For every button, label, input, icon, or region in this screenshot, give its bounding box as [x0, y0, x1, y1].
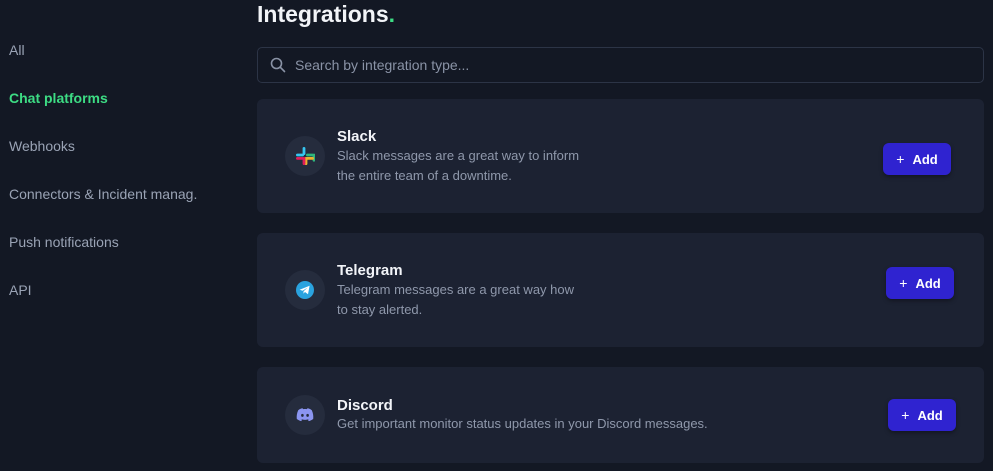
- discord-icon: [285, 395, 325, 435]
- sidebar-item-webhooks[interactable]: Webhooks: [9, 138, 75, 154]
- integration-card-telegram: Telegram Telegram messages are a great w…: [257, 233, 984, 347]
- integration-card-slack: Slack Slack messages are a great way to …: [257, 99, 984, 213]
- integration-name: Telegram: [337, 262, 403, 279]
- integration-description-line2: the entire team of a downtime.: [337, 168, 512, 183]
- integration-description-line1: Get important monitor status updates in …: [337, 416, 708, 431]
- integration-name: Discord: [337, 397, 393, 414]
- integration-card-discord: Discord Get important monitor status upd…: [257, 367, 984, 463]
- integration-description-line1: Slack messages are a great way to inform: [337, 148, 580, 163]
- sidebar-item-all[interactable]: All: [9, 42, 25, 58]
- add-button-label: Add: [912, 151, 938, 167]
- plus-icon: +: [896, 151, 905, 167]
- page-title: Integrations.: [257, 0, 395, 28]
- slack-icon: [285, 136, 325, 176]
- plus-icon: +: [899, 275, 908, 291]
- add-telegram-button[interactable]: + Add: [886, 267, 954, 299]
- add-discord-button[interactable]: + Add: [888, 399, 956, 431]
- integration-description-line2: to stay alerted.: [337, 302, 423, 317]
- add-button-label: Add: [915, 275, 941, 291]
- integration-description-line1: Telegram messages are a great way how: [337, 282, 575, 297]
- add-button-label: Add: [917, 407, 943, 423]
- sidebar-item-chat-platforms[interactable]: Chat platforms: [9, 90, 108, 106]
- page-title-dot: .: [388, 1, 396, 27]
- sidebar-item-api[interactable]: API: [9, 282, 32, 298]
- search-input[interactable]: [295, 57, 935, 73]
- integration-name: Slack: [337, 128, 377, 145]
- sidebar-item-connectors[interactable]: Connectors & Incident manag.: [9, 186, 197, 202]
- page-title-text: Integrations: [257, 1, 389, 27]
- telegram-icon: [285, 270, 325, 310]
- plus-icon: +: [901, 407, 910, 423]
- search-icon: [270, 57, 286, 73]
- search-bar[interactable]: [257, 47, 984, 83]
- sidebar: All Chat platforms Webhooks Connectors &…: [0, 0, 240, 471]
- sidebar-item-push-notifications[interactable]: Push notifications: [9, 234, 119, 250]
- add-slack-button[interactable]: + Add: [883, 143, 951, 175]
